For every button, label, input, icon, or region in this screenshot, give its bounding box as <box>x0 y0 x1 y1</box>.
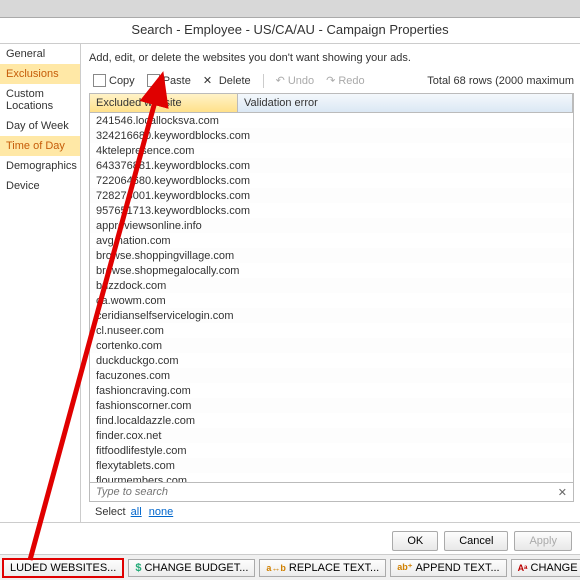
cap-label: CHANGE TEXT CAPITALIZATION... <box>531 562 580 574</box>
copy-button[interactable]: Copy <box>89 72 139 89</box>
table-row[interactable]: 4ktelepresence.com <box>90 143 573 158</box>
paste-icon <box>147 74 160 87</box>
table-row[interactable]: avg.nation.com <box>90 233 573 248</box>
table-row[interactable]: cl.nuseer.com <box>90 323 573 338</box>
table-row[interactable]: fashioncraving.com <box>90 383 573 398</box>
excluded-label: LUDED WEBSITES... <box>10 562 116 574</box>
table-row[interactable]: appreviewsonline.info <box>90 218 573 233</box>
window-chrome <box>0 0 580 18</box>
copy-icon <box>93 74 106 87</box>
table-row[interactable]: facuzones.com <box>90 368 573 383</box>
cap-icon: Aᵃ <box>518 563 528 573</box>
append-label: APPEND TEXT... <box>415 562 499 574</box>
append-text-button[interactable]: ab⁺APPEND TEXT... <box>390 559 506 577</box>
table-row[interactable]: flourmembers.com <box>90 473 573 482</box>
instruction-text: Add, edit, or delete the websites you do… <box>89 52 574 64</box>
table-row[interactable]: ceridianselfservicelogin.com <box>90 308 573 323</box>
apply-button[interactable]: Apply <box>514 531 572 551</box>
delete-label: Delete <box>219 75 251 87</box>
total-rows-label: Total 68 rows (2000 maximum <box>427 75 574 87</box>
copy-label: Copy <box>109 75 135 87</box>
table-row[interactable]: 241546.locallocksva.com <box>90 113 573 128</box>
replace-text-button[interactable]: a↔bREPLACE TEXT... <box>259 559 386 577</box>
toolbar: Copy Paste ✕Delete ↶Undo ↷Redo Total 68 … <box>89 72 574 89</box>
redo-button[interactable]: ↷Redo <box>322 72 369 89</box>
table-row[interactable]: browse.shoppingvillage.com <box>90 248 573 263</box>
table-row[interactable]: cortenko.com <box>90 338 573 353</box>
sidebar-item-demographics[interactable]: Demographics <box>0 156 80 176</box>
grid-search: ✕ <box>90 482 573 501</box>
delete-icon: ✕ <box>203 74 216 87</box>
table-row[interactable]: 643376881.keywordblocks.com <box>90 158 573 173</box>
sidebar-item-exclusions[interactable]: Exclusions <box>0 64 80 84</box>
sidebar-item-general[interactable]: General <box>0 44 80 64</box>
ok-button[interactable]: OK <box>392 531 438 551</box>
table-row[interactable]: fashionscorner.com <box>90 398 573 413</box>
table-row[interactable]: browse.shopmegalocally.com <box>90 263 573 278</box>
change-cap-button[interactable]: AᵃCHANGE TEXT CAPITALIZATION... <box>511 559 580 577</box>
undo-button[interactable]: ↶Undo <box>272 72 319 89</box>
grid-header: Excluded website Validation error <box>90 94 573 113</box>
separator <box>263 74 264 88</box>
table-row[interactable]: find.localdazzle.com <box>90 413 573 428</box>
sidebar: General Exclusions Custom Locations Day … <box>0 44 81 522</box>
table-row[interactable]: buzzdock.com <box>90 278 573 293</box>
paste-label: Paste <box>163 75 191 87</box>
exclusions-grid: Excluded website Validation error 241546… <box>89 93 574 502</box>
budget-label: CHANGE BUDGET... <box>144 562 248 574</box>
replace-label: REPLACE TEXT... <box>289 562 379 574</box>
change-budget-button[interactable]: $CHANGE BUDGET... <box>128 559 255 577</box>
col-validation-error[interactable]: Validation error <box>238 94 573 112</box>
delete-button[interactable]: ✕Delete <box>199 72 255 89</box>
sidebar-item-custom-locations[interactable]: Custom Locations <box>0 84 80 116</box>
table-row[interactable]: finder.cox.net <box>90 428 573 443</box>
select-all-link[interactable]: all <box>131 506 142 518</box>
table-row[interactable]: flexytablets.com <box>90 458 573 473</box>
undo-label: Undo <box>288 75 314 87</box>
cancel-button[interactable]: Cancel <box>444 531 508 551</box>
clear-search-icon[interactable]: ✕ <box>552 486 573 499</box>
paste-button[interactable]: Paste <box>143 72 195 89</box>
table-row[interactable]: 722064680.keywordblocks.com <box>90 173 573 188</box>
sidebar-item-day-of-week[interactable]: Day of Week <box>0 116 80 136</box>
excluded-websites-button[interactable]: LUDED WEBSITES... <box>2 558 124 578</box>
sidebar-item-time-of-day[interactable]: Time of Day <box>0 136 80 156</box>
table-row[interactable]: fitfoodlifestyle.com <box>90 443 573 458</box>
bottom-toolbar: LUDED WEBSITES... $CHANGE BUDGET... a↔bR… <box>0 554 580 580</box>
col-excluded-website[interactable]: Excluded website <box>90 94 238 112</box>
redo-label: Redo <box>338 75 364 87</box>
table-row[interactable]: duckduckgo.com <box>90 353 573 368</box>
table-row[interactable]: 728276001.keywordblocks.com <box>90 188 573 203</box>
replace-icon: a↔b <box>266 563 286 573</box>
sidebar-item-device[interactable]: Device <box>0 176 80 196</box>
table-row[interactable]: ca.wowm.com <box>90 293 573 308</box>
table-row[interactable]: 957651713.keywordblocks.com <box>90 203 573 218</box>
redo-icon: ↷ <box>326 74 335 87</box>
grid-body[interactable]: 241546.locallocksva.com324216680.keyword… <box>90 113 573 482</box>
undo-icon: ↶ <box>276 74 285 87</box>
dollar-icon: $ <box>135 562 141 574</box>
table-row[interactable]: 324216680.keywordblocks.com <box>90 128 573 143</box>
select-none-link[interactable]: none <box>149 506 173 518</box>
select-row: Select all none <box>89 502 574 518</box>
search-input[interactable] <box>90 483 552 501</box>
dialog-title: Search - Employee - US/CA/AU - Campaign … <box>0 18 580 44</box>
append-icon: ab⁺ <box>397 562 412 573</box>
select-label: Select <box>95 506 126 518</box>
